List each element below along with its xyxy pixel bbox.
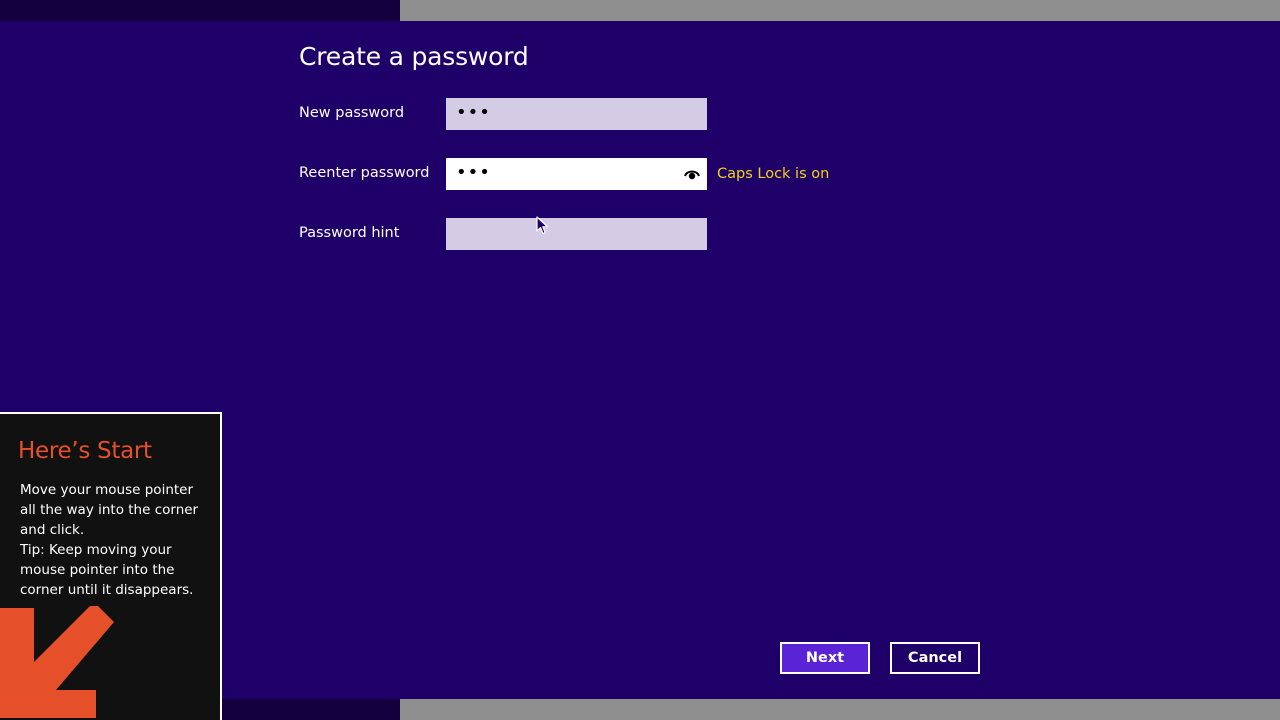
new-password-field[interactable]: ••• <box>446 98 707 130</box>
arrow-down-left-icon <box>0 606 114 718</box>
reenter-password-masked-value: ••• <box>456 162 491 183</box>
reenter-password-field[interactable]: ••• <box>446 158 707 190</box>
new-password-label: New password <box>299 105 405 121</box>
start-tip-title: Here’s Start <box>18 438 152 464</box>
setup-screen: Create a password New password ••• Reent… <box>0 0 1280 720</box>
start-tip-instruction: Move your mouse pointer all the way into… <box>20 482 199 538</box>
next-button[interactable]: Next <box>780 642 870 674</box>
top-left-band <box>0 0 400 21</box>
page-title: Create a password <box>299 42 529 71</box>
cancel-button[interactable]: Cancel <box>890 642 980 674</box>
reenter-password-label: Reenter password <box>299 165 430 181</box>
start-tip-panel: Here’s Start Move your mouse pointer all… <box>0 412 222 720</box>
caps-lock-warning: Caps Lock is on <box>717 166 830 182</box>
top-right-band <box>400 0 1280 21</box>
password-hint-field[interactable] <box>446 218 707 250</box>
start-tip-body: Move your mouse pointer all the way into… <box>20 480 210 600</box>
bottom-right-band <box>400 699 1280 720</box>
new-password-masked-value: ••• <box>456 102 491 123</box>
start-tip-hint: Tip: Keep moving your mouse pointer into… <box>20 542 194 598</box>
eye-icon[interactable] <box>684 167 700 181</box>
mouse-cursor-icon <box>536 216 549 235</box>
password-hint-label: Password hint <box>299 225 400 241</box>
